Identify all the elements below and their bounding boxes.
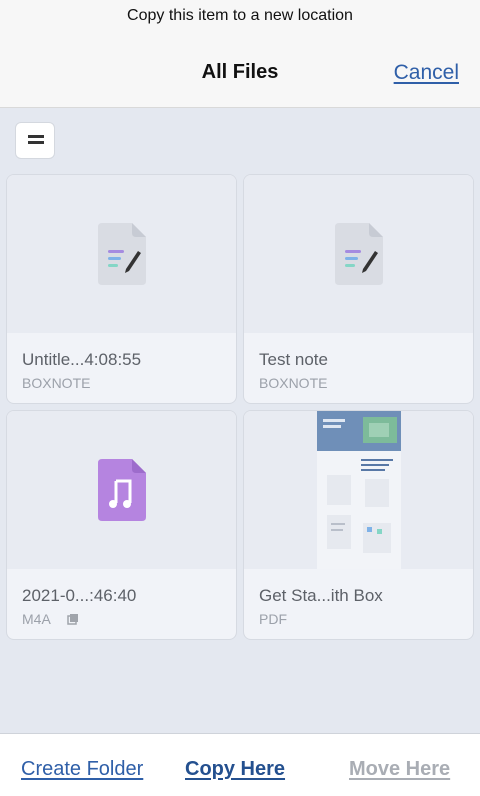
file-type: BOXNOTE	[22, 375, 91, 391]
file-preview	[244, 411, 473, 569]
dialog-prompt: Copy this item to a new location	[127, 7, 353, 24]
file-preview	[244, 175, 473, 333]
file-name: Get Sta...ith Box	[259, 586, 383, 605]
file-preview	[7, 411, 236, 569]
file-name: Untitle...4:08:55	[22, 350, 142, 369]
file-name: Test note	[259, 350, 328, 369]
action-bar: Create Folder Copy Here Move Here	[0, 733, 480, 796]
pdf-thumbnail	[317, 411, 401, 569]
file-card[interactable]: Get Sta...ith Box PDF	[243, 410, 474, 640]
file-card[interactable]: Untitle...4:08:55 BOXNOTE	[6, 174, 237, 404]
file-card[interactable]: 2021-0...:46:40 M4A	[6, 410, 237, 640]
move-here-button: Move Here	[349, 758, 451, 780]
file-type: PDF	[259, 611, 287, 627]
file-name: 2021-0...:46:40	[22, 586, 137, 605]
boxnote-icon	[98, 223, 146, 285]
boxnote-icon	[335, 223, 383, 285]
list-view-icon-bar	[28, 141, 44, 144]
create-folder-button[interactable]: Create Folder	[21, 758, 143, 781]
audio-file-icon	[98, 459, 146, 521]
file-type: M4A	[22, 611, 51, 627]
file-card[interactable]: Test note BOXNOTE	[243, 174, 474, 404]
offline-icon	[67, 614, 78, 625]
file-type: BOXNOTE	[259, 375, 328, 391]
copy-here-button[interactable]: Copy Here	[185, 758, 285, 781]
cancel-button[interactable]: Cancel	[394, 61, 459, 85]
top-bar: Copy this item to a new location All Fil…	[0, 0, 480, 108]
file-preview	[7, 175, 236, 333]
list-view-toggle-button[interactable]	[15, 122, 55, 159]
list-view-icon	[28, 135, 44, 138]
